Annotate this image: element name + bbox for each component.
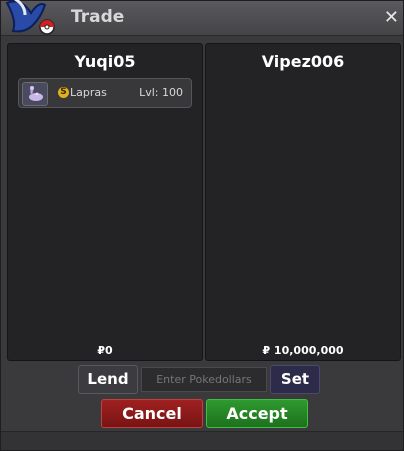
- item-level: Lvl: 100: [139, 86, 183, 99]
- title-bar[interactable]: Trade ✕: [1, 0, 403, 36]
- close-icon[interactable]: ✕: [384, 7, 399, 28]
- my-player-name: Yuqi05: [74, 52, 136, 71]
- pokemon-sprite: [29, 86, 43, 101]
- shiny-badge: S: [58, 87, 69, 98]
- lapras-sprite-icon: [22, 82, 48, 106]
- item-name: Lapras: [70, 86, 107, 99]
- game-logo-icon: [5, 0, 55, 35]
- set-button[interactable]: Set: [270, 365, 320, 394]
- bottom-bar: [1, 431, 403, 450]
- offer-item-lapras[interactable]: S Lapras Lvl: 100: [18, 78, 192, 108]
- partner-player-name: Vipez006: [261, 52, 345, 71]
- my-offer-panel: Yuqi05 S Lapras Lvl: 100 ₽0: [7, 43, 203, 361]
- my-money-offer: ₽0: [97, 344, 113, 357]
- accept-button[interactable]: Accept: [206, 399, 308, 428]
- partner-offer-panel: Vipez006 ₽ 10,000,000: [205, 43, 401, 361]
- lend-button[interactable]: Lend: [78, 365, 138, 394]
- trade-window: Trade ✕ Yuqi05 S Lapras Lvl: 100 ₽0 Vipe…: [0, 0, 404, 451]
- window-title: Trade: [71, 7, 125, 27]
- partner-money-offer: ₽ 10,000,000: [262, 344, 344, 357]
- pokedollars-input[interactable]: [141, 367, 267, 392]
- cancel-button[interactable]: Cancel: [101, 399, 203, 428]
